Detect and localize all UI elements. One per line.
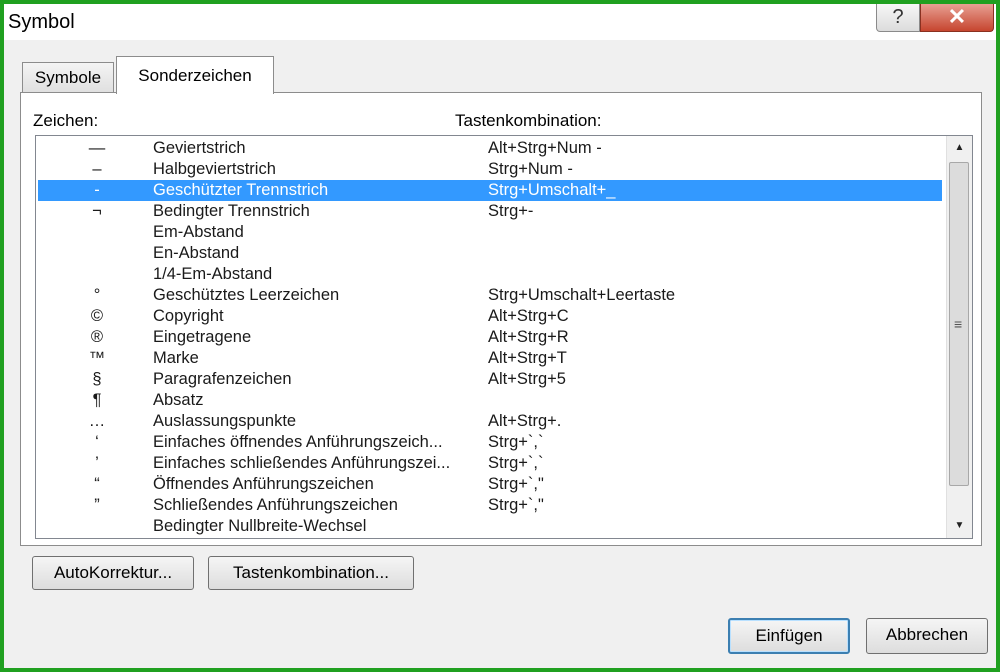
column-header-tastenkombination: Tastenkombination: bbox=[455, 111, 602, 130]
shortcut-cell: Strg+`," bbox=[488, 475, 544, 493]
grip-icon: ≡ bbox=[954, 316, 963, 332]
name-cell: Marke bbox=[153, 349, 199, 367]
shortcut-cell: Strg+`,` bbox=[488, 433, 544, 451]
character-cell: “ bbox=[94, 475, 100, 493]
scrollbar-thumb[interactable]: ≡ bbox=[949, 162, 969, 486]
list-item[interactable]: 1/4-Em-Abstand bbox=[38, 264, 942, 285]
shortcut-cell: Alt+Strg+R bbox=[488, 328, 569, 346]
symbol-dialog: Symbol ? ✕ Symbole Sonderzeichen Zeichen… bbox=[0, 0, 1000, 672]
vertical-scrollbar[interactable]: ▲ ≡ ▼ bbox=[946, 136, 972, 538]
name-cell: Halbgeviertstrich bbox=[153, 160, 276, 178]
list-item[interactable]: - Geschützter Trennstrich Strg+Umschalt+_ bbox=[38, 180, 942, 201]
name-cell: Einfaches schließendes Anführungszei... bbox=[153, 454, 451, 472]
character-cell: — bbox=[88, 139, 106, 157]
list-item[interactable]: © Copyright Alt+Strg+C bbox=[38, 306, 942, 327]
name-cell: Em-Abstand bbox=[153, 223, 244, 241]
name-cell: Schließendes Anführungszeichen bbox=[153, 496, 398, 514]
list-item[interactable]: ¶ Absatz bbox=[38, 390, 942, 411]
shortcut-cell: Strg+Num - bbox=[488, 160, 573, 178]
character-cell: … bbox=[88, 412, 106, 430]
title-bar: Symbol ? ✕ bbox=[4, 4, 996, 40]
list-item[interactable]: ™ Marke Alt+Strg+T bbox=[38, 348, 942, 369]
tastenkombination-button[interactable]: Tastenkombination... bbox=[208, 556, 414, 590]
list-item[interactable]: — Geviertstrich Alt+Strg+Num - bbox=[38, 138, 942, 159]
shortcut-cell: Alt+Strg+5 bbox=[488, 370, 566, 388]
list-item[interactable]: … Auslassungspunkte Alt+Strg+. bbox=[38, 411, 942, 432]
character-cell: ¶ bbox=[92, 391, 102, 409]
character-cell: - bbox=[94, 181, 100, 199]
list-item[interactable]: ¬ Bedingter Trennstrich Strg+- bbox=[38, 201, 942, 222]
name-cell: Geschützter Trennstrich bbox=[153, 181, 329, 199]
character-cell: ‘ bbox=[95, 433, 99, 451]
name-cell: Copyright bbox=[153, 307, 224, 325]
list-item[interactable]: Bedingter Nullbreite-Wechsel bbox=[38, 516, 942, 537]
name-cell: Geschütztes Leerzeichen bbox=[153, 286, 340, 304]
tab-symbole-label: Symbole bbox=[34, 68, 102, 87]
name-cell: Geviertstrich bbox=[153, 139, 246, 157]
character-cell: ® bbox=[90, 328, 104, 346]
shortcut-cell: Strg+`,` bbox=[488, 454, 544, 472]
character-cell: ’ bbox=[95, 454, 99, 472]
sonderzeichen-panel: Zeichen: Tastenkombination: — Geviertstri… bbox=[20, 92, 982, 546]
window-title: Symbol bbox=[8, 11, 75, 33]
shortcut-cell: Strg+Umschalt+Leertaste bbox=[488, 286, 676, 304]
name-cell: Bedingter Trennstrich bbox=[153, 202, 310, 220]
shortcut-cell: Strg+- bbox=[488, 202, 534, 220]
name-cell: Bedingter Nullbreite-Wechsel bbox=[153, 517, 367, 535]
name-cell: En-Abstand bbox=[153, 244, 240, 262]
character-cell: ” bbox=[94, 496, 100, 514]
character-cell: ™ bbox=[88, 349, 106, 367]
character-cell: ° bbox=[93, 286, 101, 304]
shortcut-cell: Strg+Umschalt+_ bbox=[488, 181, 616, 199]
name-cell: Auslassungspunkte bbox=[153, 412, 297, 430]
name-cell: Eingetragene bbox=[153, 328, 252, 346]
name-cell: Absatz bbox=[153, 391, 204, 409]
list-item[interactable]: ‘ Einfaches öffnendes Anführungszeich... S… bbox=[38, 432, 942, 453]
shortcut-cell: Alt+Strg+Num - bbox=[488, 139, 602, 157]
character-cell: § bbox=[92, 370, 102, 388]
shortcut-cell: Alt+Strg+. bbox=[488, 412, 562, 430]
list-item[interactable]: Em-Abstand bbox=[38, 222, 942, 243]
shortcut-cell: Alt+Strg+T bbox=[488, 349, 567, 367]
name-cell: Einfaches öffnendes Anführungszeich... bbox=[153, 433, 443, 451]
abbrechen-button[interactable]: Abbrechen bbox=[866, 618, 988, 654]
shortcut-cell: Strg+`," bbox=[488, 496, 544, 514]
name-cell: Öffnendes Anführungszeichen bbox=[153, 475, 374, 493]
list-item[interactable]: En-Abstand bbox=[38, 243, 942, 264]
close-button[interactable]: ✕ bbox=[920, 4, 994, 32]
tab-sonderzeichen-label: Sonderzeichen bbox=[138, 66, 252, 85]
character-cell: ¬ bbox=[92, 202, 102, 220]
character-cell: – bbox=[92, 160, 102, 178]
tab-sonderzeichen[interactable]: Sonderzeichen bbox=[116, 56, 274, 94]
list-item[interactable]: ° Geschütztes Leerzeichen Strg+Umschalt+Le… bbox=[38, 285, 942, 306]
list-item[interactable]: ” Schließendes Anführungszeichen Strg+`," bbox=[38, 495, 942, 516]
list-item[interactable]: § Paragrafenzeichen Alt+Strg+5 bbox=[38, 369, 942, 390]
autokorrektur-button[interactable]: AutoKorrektur... bbox=[32, 556, 194, 590]
list-item[interactable]: – Halbgeviertstrich Strg+Num - bbox=[38, 159, 942, 180]
column-header-zeichen: Zeichen: bbox=[33, 111, 99, 130]
close-icon: ✕ bbox=[947, 4, 967, 29]
tab-symbole[interactable]: Symbole bbox=[22, 62, 114, 92]
list-item[interactable]: ’ Einfaches schließendes Anführungszei...… bbox=[38, 453, 942, 474]
name-cell: Paragrafenzeichen bbox=[153, 370, 292, 388]
list-item[interactable]: ® Eingetragene Alt+Strg+R bbox=[38, 327, 942, 348]
special-characters-list[interactable]: — Geviertstrich Alt+Strg+Num - – Halbgeviert… bbox=[35, 135, 973, 539]
shortcut-cell: Alt+Strg+C bbox=[488, 307, 569, 325]
scroll-down-arrow-icon[interactable]: ▼ bbox=[947, 516, 972, 536]
einfuegen-button[interactable]: Einfügen bbox=[728, 618, 850, 654]
scroll-up-arrow-icon[interactable]: ▲ bbox=[947, 138, 972, 158]
list-item[interactable]: “ Öffnendes Anführungszeichen Strg+`," bbox=[38, 474, 942, 495]
help-button[interactable]: ? bbox=[876, 4, 920, 32]
name-cell: 1/4-Em-Abstand bbox=[153, 265, 273, 283]
character-cell: © bbox=[90, 307, 104, 325]
